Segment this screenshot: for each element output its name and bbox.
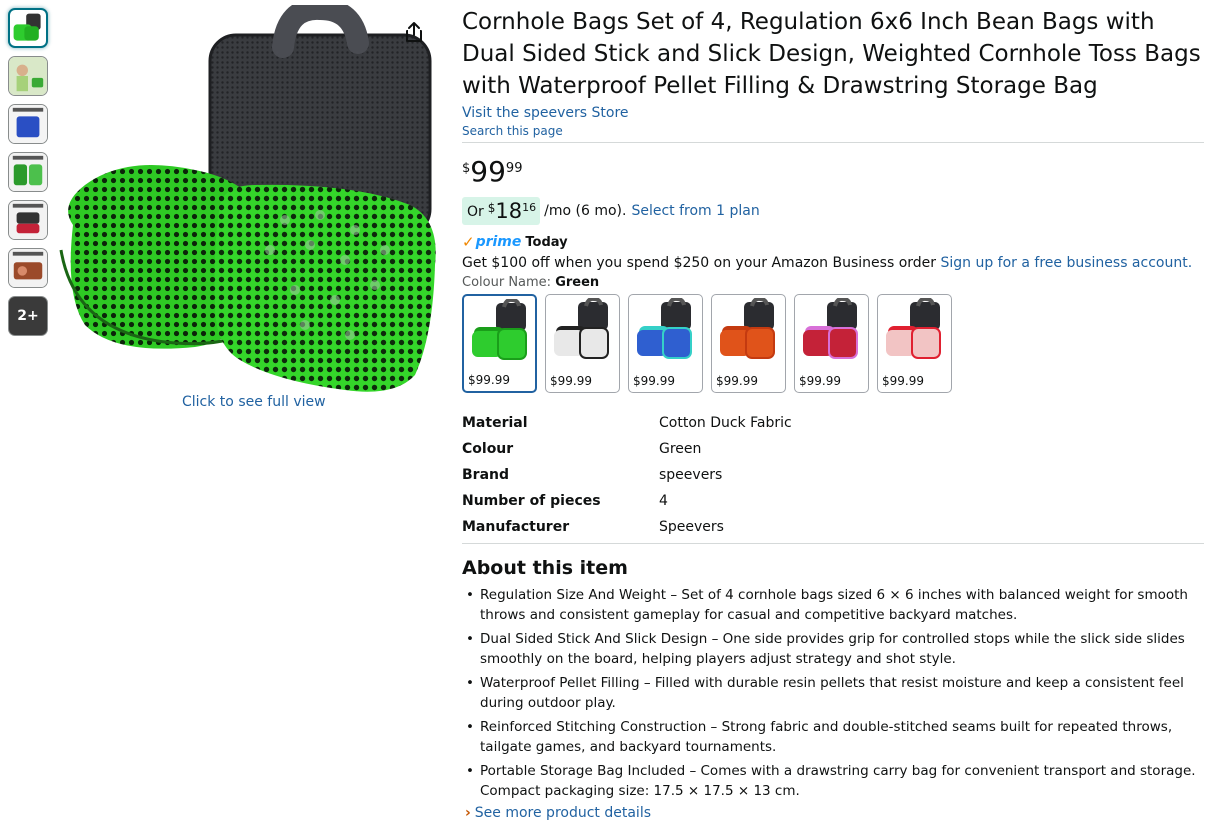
full-view-link[interactable]: Click to see full view	[182, 394, 326, 410]
about-bullet: Regulation Size And Weight – Set of 4 co…	[462, 585, 1204, 625]
cornhole-green-thumb-icon	[13, 13, 41, 41]
weatherproof-thumb-icon	[9, 249, 47, 287]
swatch-price: $99.99	[550, 374, 592, 388]
colour-swatches: $99.99 $99.99 $99.99 $99.99 $99.99 $99.99	[462, 294, 1204, 393]
colour-swatch[interactable]: $99.99	[877, 294, 952, 393]
swatch-image	[803, 298, 858, 359]
swatch-image	[472, 299, 527, 360]
prime-check-icon: ✓	[462, 233, 475, 251]
thumbnail-6[interactable]	[8, 248, 48, 288]
spec-row: Colour Green	[462, 436, 1204, 462]
business-offer-text: Get $100 off when you spend $250 on your…	[462, 255, 941, 271]
colour-swatch[interactable]: $99.99	[711, 294, 786, 393]
price-whole: 99	[470, 155, 506, 188]
spec-row: Brand speevers	[462, 462, 1204, 488]
price-symbol: $	[462, 161, 471, 176]
swatch-image	[886, 298, 941, 359]
business-offer: Get $100 off when you spend $250 on your…	[462, 255, 1204, 271]
dual-surface-thumb-icon	[9, 153, 47, 191]
premium-case-thumb-icon	[9, 201, 47, 239]
colour-label: Colour Name:	[462, 275, 556, 290]
about-bullet: Dual Sided Stick And Slick Design – One …	[462, 629, 1204, 669]
about-title: About this item	[462, 557, 628, 579]
swatch-image	[554, 298, 609, 359]
about-bullet: Portable Storage Bag Included – Comes wi…	[462, 761, 1204, 801]
select-plan-link[interactable]: Select from 1 plan	[631, 203, 759, 219]
main-product-image[interactable]	[55, 0, 440, 393]
monthly-term: /mo (6 mo).	[544, 203, 627, 219]
about-bullet: Waterproof Pellet Filling – Filled with …	[462, 673, 1204, 713]
business-signup-link[interactable]: Sign up for a free business account.	[940, 255, 1192, 271]
spec-key: Material	[462, 415, 528, 431]
see-more-label: See more product details	[474, 805, 651, 821]
lifestyle-thumb-icon	[9, 57, 47, 95]
divider	[462, 543, 1204, 544]
blue-bags-thumb-icon	[9, 105, 47, 143]
colour-swatch[interactable]: $99.99	[462, 294, 537, 393]
spec-row: Material Cotton Duck Fabric	[462, 410, 1204, 436]
spec-value: Speevers	[659, 519, 724, 535]
thumbnail-3[interactable]	[8, 104, 48, 144]
cornhole-bags-image	[59, 0, 436, 392]
monthly-price-pill: Or $ 18 16	[462, 197, 541, 225]
thumbnail-2[interactable]	[8, 56, 48, 96]
swatch-image	[637, 298, 692, 359]
thumbnail-4[interactable]	[8, 152, 48, 192]
price-fraction: 99	[505, 161, 523, 176]
swatch-image	[720, 298, 775, 359]
product-details: Cornhole Bags Set of 4, Regulation 6x6 I…	[462, 6, 1204, 821]
monthly-symbol: $	[487, 201, 496, 215]
spec-value: Green	[659, 441, 702, 457]
swatch-price: $99.99	[633, 374, 675, 388]
colour-value: Green	[555, 275, 600, 290]
store-link[interactable]: Visit the speevers Store	[462, 105, 1204, 121]
price: $ 99 99	[462, 157, 1204, 187]
about-bullet: Reinforced Stitching Construction – Stro…	[462, 717, 1204, 757]
spec-value: Cotton Duck Fabric	[659, 415, 792, 431]
spec-row: Number of pieces 4	[462, 488, 1204, 514]
colour-swatch[interactable]: $99.99	[628, 294, 703, 393]
monthly-or: Or	[467, 204, 484, 220]
spec-key: Manufacturer	[462, 519, 570, 535]
swatch-price: $99.99	[799, 374, 841, 388]
chevron-right-icon: ›	[465, 805, 471, 821]
thumbnail-5[interactable]	[8, 200, 48, 240]
about-bullets: Regulation Size And Weight – Set of 4 co…	[462, 585, 1204, 801]
more-thumbnails[interactable]: 2+	[8, 296, 48, 336]
spec-row: Manufacturer Speevers	[462, 514, 1204, 540]
colour-name: Colour Name: Green	[462, 275, 1204, 290]
colour-swatch[interactable]: $99.99	[794, 294, 869, 393]
prime-today: Today	[525, 234, 568, 250]
product-title: Cornhole Bags Set of 4, Regulation 6x6 I…	[462, 9, 1201, 99]
monthly-payment: Or $ 18 16 /mo (6 mo). Select from 1 pla…	[462, 197, 1204, 225]
product-specs: Material Cotton Duck Fabric Colour Green Bra…	[462, 410, 1204, 540]
swatch-price: $99.99	[468, 373, 510, 387]
thumbnail-strip: 2+	[8, 8, 50, 344]
see-more-details-link[interactable]: › See more product details	[462, 805, 1204, 821]
spec-key: Number of pieces	[462, 493, 601, 509]
search-page-link[interactable]: Search this page	[462, 124, 1204, 138]
prime-logo: prime	[475, 234, 522, 250]
spec-value: 4	[659, 493, 668, 509]
colour-swatch[interactable]: $99.99	[545, 294, 620, 393]
prime-badge: ✓ prime Today	[462, 233, 1204, 251]
monthly-fraction: 16	[522, 201, 537, 214]
monthly-whole: 18	[495, 199, 523, 223]
swatch-price: $99.99	[882, 374, 924, 388]
swatch-price: $99.99	[716, 374, 758, 388]
spec-key: Brand	[462, 467, 510, 483]
thumbnail-1[interactable]	[8, 8, 48, 48]
divider	[462, 142, 1204, 143]
spec-key: Colour	[462, 441, 514, 457]
spec-value: speevers	[659, 467, 723, 483]
share-icon[interactable]	[402, 20, 426, 44]
